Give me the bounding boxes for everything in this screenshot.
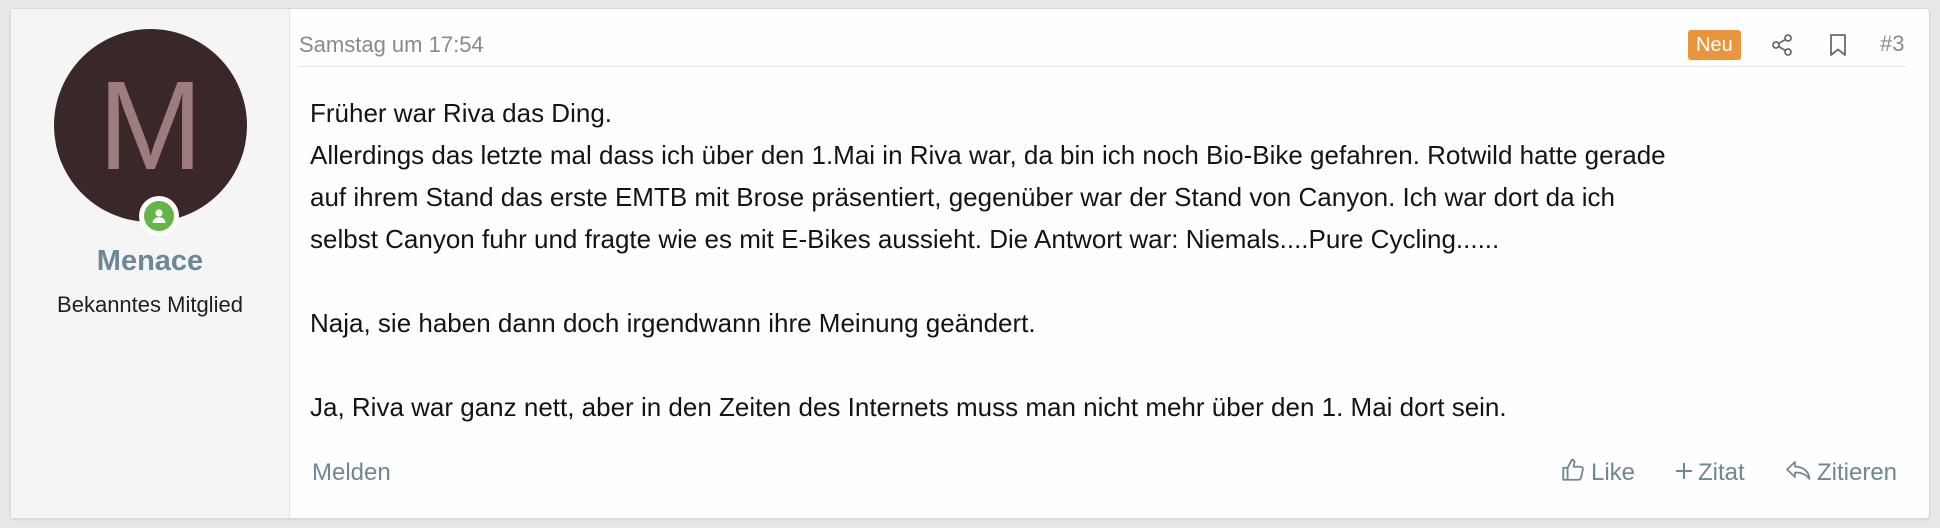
- post-line: Ja, Riva war ganz nett, aber in den Zeit…: [310, 392, 1507, 422]
- plus-icon: [1675, 459, 1693, 487]
- new-badge: Neu: [1688, 30, 1741, 60]
- post-line: Naja, sie haben dann doch irgendwann ihr…: [310, 308, 1036, 338]
- avatar[interactable]: M: [54, 29, 247, 222]
- username[interactable]: Menace: [11, 245, 289, 278]
- like-button[interactable]: Like: [1560, 458, 1635, 488]
- reply-icon: [1784, 457, 1812, 490]
- thumbs-up-icon: [1560, 457, 1586, 490]
- user-title: Bekanntes Mitglied: [57, 292, 243, 317]
- share-icon[interactable]: [1768, 30, 1796, 60]
- user-sidebar: M Menace Bekanntes Mitglied: [11, 9, 290, 518]
- quote-button[interactable]: Zitat: [1675, 458, 1745, 488]
- post-line: selbst Canyon fuhr und fragte wie es mit…: [310, 224, 1500, 254]
- avatar-letter: M: [98, 54, 203, 196]
- header-divider: [299, 66, 1906, 67]
- post-line: Früher war Riva das Ding.: [310, 98, 612, 128]
- like-label: Like: [1591, 459, 1636, 486]
- post-date[interactable]: Samstag um 17:54: [299, 32, 484, 58]
- reply-button[interactable]: Zitieren: [1784, 458, 1897, 488]
- post-line: auf ihrem Stand das erste EMTB mit Brose…: [310, 182, 1615, 212]
- bookmark-icon[interactable]: [1824, 30, 1852, 60]
- post-number[interactable]: #3: [1880, 31, 1904, 57]
- post-body: Früher war Riva das Ding. Allerdings das…: [310, 92, 1910, 428]
- report-link[interactable]: Melden: [312, 459, 391, 487]
- reply-label: Zitieren: [1817, 459, 1898, 486]
- quote-label: Zitat: [1698, 459, 1745, 486]
- online-status-icon: [139, 196, 179, 236]
- post-line: Allerdings das letzte mal dass ich über …: [310, 140, 1666, 170]
